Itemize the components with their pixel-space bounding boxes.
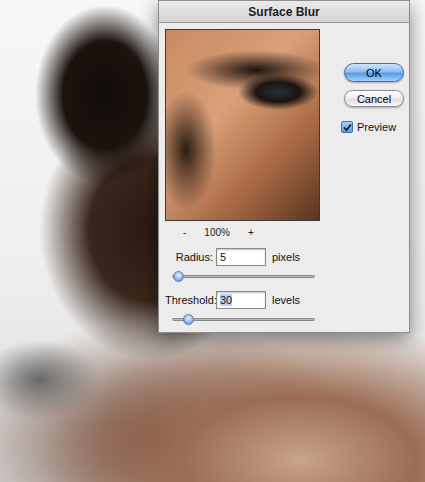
- threshold-row: Threshold: 30 levels: [165, 291, 325, 309]
- radius-row: Radius: 5 pixels: [165, 248, 325, 266]
- threshold-input[interactable]: 30: [216, 291, 266, 309]
- surface-blur-dialog: Surface Blur - 100% + Radius: 5 pixels Threshol…: [158, 0, 410, 333]
- zoom-out-button[interactable]: -: [183, 227, 186, 238]
- threshold-value: 30: [220, 294, 232, 306]
- zoom-row: - 100% +: [165, 224, 325, 240]
- radius-input[interactable]: 5: [216, 248, 266, 266]
- dialog-body: -100%+Radius:5pixelsThreshold:30levelsOK…: [159, 23, 409, 332]
- preview-checkbox[interactable]: Preview: [341, 121, 396, 133]
- checkbox-box[interactable]: [341, 121, 353, 133]
- zoom-level: 100%: [204, 227, 230, 238]
- radius-unit: pixels: [269, 251, 325, 263]
- slider-thumb[interactable]: [183, 314, 194, 325]
- threshold-unit: levels: [269, 294, 325, 306]
- title-bar: Surface Blur: [159, 1, 409, 23]
- slider-thumb[interactable]: [173, 271, 184, 282]
- preview-image[interactable]: [165, 29, 320, 221]
- checkbox-label: Preview: [357, 121, 396, 133]
- buttons-column: OK Cancel Preview: [325, 23, 404, 332]
- threshold-slider[interactable]: [172, 314, 315, 326]
- zoom-in-button[interactable]: +: [248, 227, 254, 238]
- check-icon: [343, 123, 352, 132]
- slider-track: [172, 275, 315, 278]
- radius-slider[interactable]: [172, 271, 315, 283]
- radius-value: 5: [220, 251, 226, 263]
- threshold-label: Threshold:: [165, 294, 213, 306]
- radius-label: Radius:: [165, 251, 213, 263]
- ok-button[interactable]: OK: [344, 63, 404, 82]
- cancel-button[interactable]: Cancel: [344, 90, 404, 107]
- screen: Surface Blur - 100% + Radius: 5 pixels Threshol…: [0, 0, 425, 482]
- controls-column: - 100% + Radius: 5 pixels Threshold: 30 levels: [159, 23, 325, 332]
